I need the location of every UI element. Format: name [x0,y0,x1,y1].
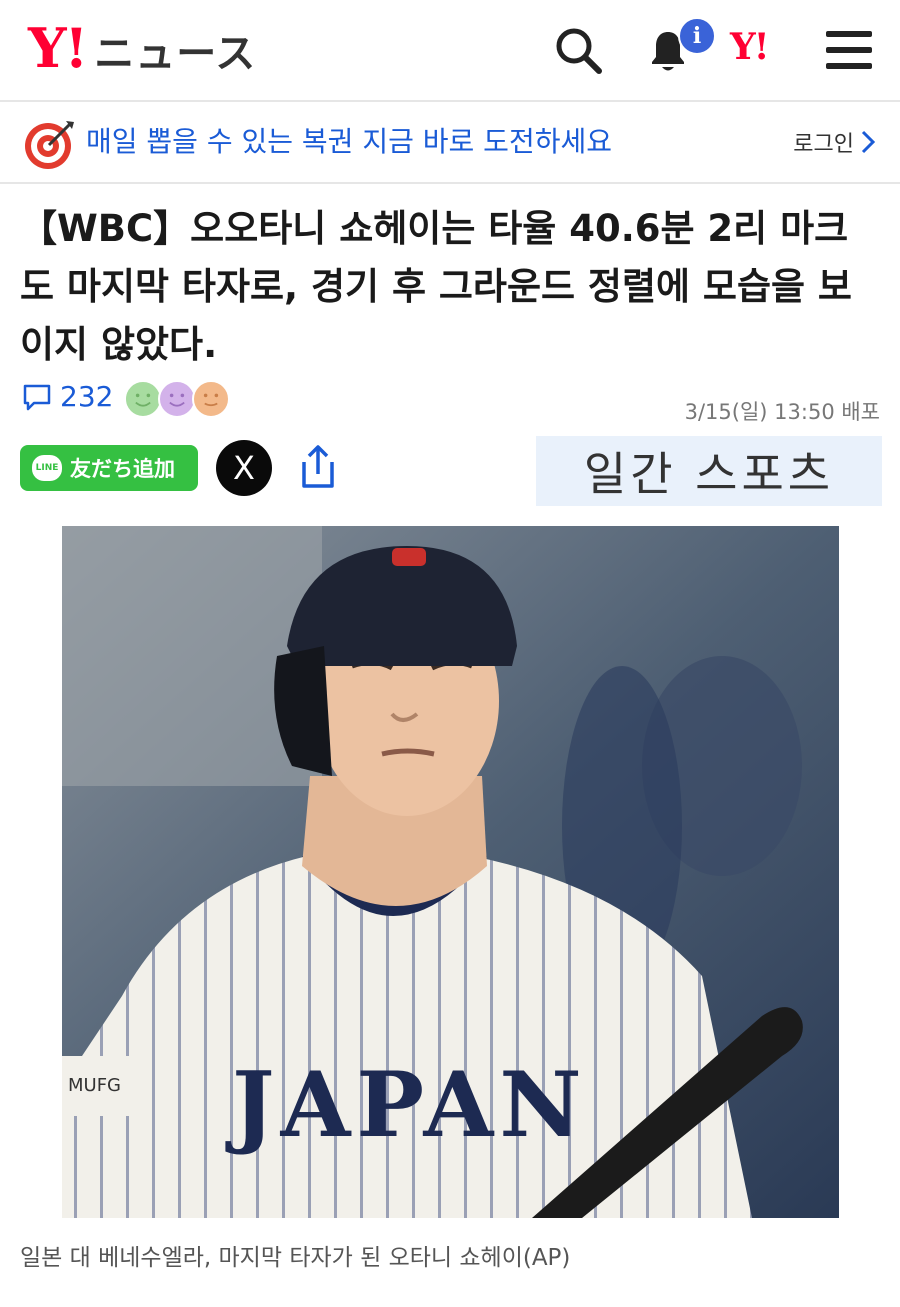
login-link[interactable]: 로그인 [793,126,876,158]
yahoo-news-logo[interactable]: Y! ニュース [28,18,256,79]
promo-text[interactable]: 매일 뽑을 수 있는 복권 지금 바로 도전하세요 [86,122,612,162]
notification-badge: i [678,17,716,55]
neutral-face-icon [192,380,230,418]
player-photo-illustration: JAPAN MUFG [62,526,839,1218]
share-icon[interactable] [296,442,340,492]
sleeve-patch-text: MUFG [68,1075,121,1096]
comment-count: 232 [60,380,114,413]
yahoo-home-link[interactable]: Y! [730,26,769,68]
reaction-faces[interactable] [124,380,234,420]
happy-face-icon [158,380,196,418]
photo-caption: 일본 대 베네수엘라, 마지막 타자가 된 오타니 쇼헤이(AP) [20,1245,571,1271]
logo-mark: Y! [28,16,88,80]
jersey-text: JAPAN [225,1052,588,1158]
comments-link[interactable]: 232 [22,380,113,413]
chevron-right-icon [861,130,876,154]
logo-text: ニュース [94,31,257,77]
target-icon [25,121,74,169]
smile-face-icon [124,380,162,418]
article-photo[interactable]: JAPAN MUFG [62,526,839,1218]
login-label: 로그인 [793,132,854,157]
article-title: 【WBC】오오타니 쇼헤이는 타율 40.6분 2리 마크도 마지막 타자로, … [20,207,852,366]
line-button-label: 友だち追加 [70,457,175,481]
line-logo-icon: LINE [32,455,62,481]
comment-icon [23,384,51,410]
publish-date: 3/15(일) 13:50 배포 [684,400,880,424]
source-publisher[interactable]: 일간 스포츠 [536,436,882,506]
search-icon[interactable] [550,22,606,78]
line-add-friend-button[interactable]: LINE 友だち追加 [20,445,198,491]
app-header: Y! ニュース i Y! [0,0,900,102]
x-share-button[interactable]: X [216,440,272,496]
menu-icon[interactable] [822,22,878,78]
